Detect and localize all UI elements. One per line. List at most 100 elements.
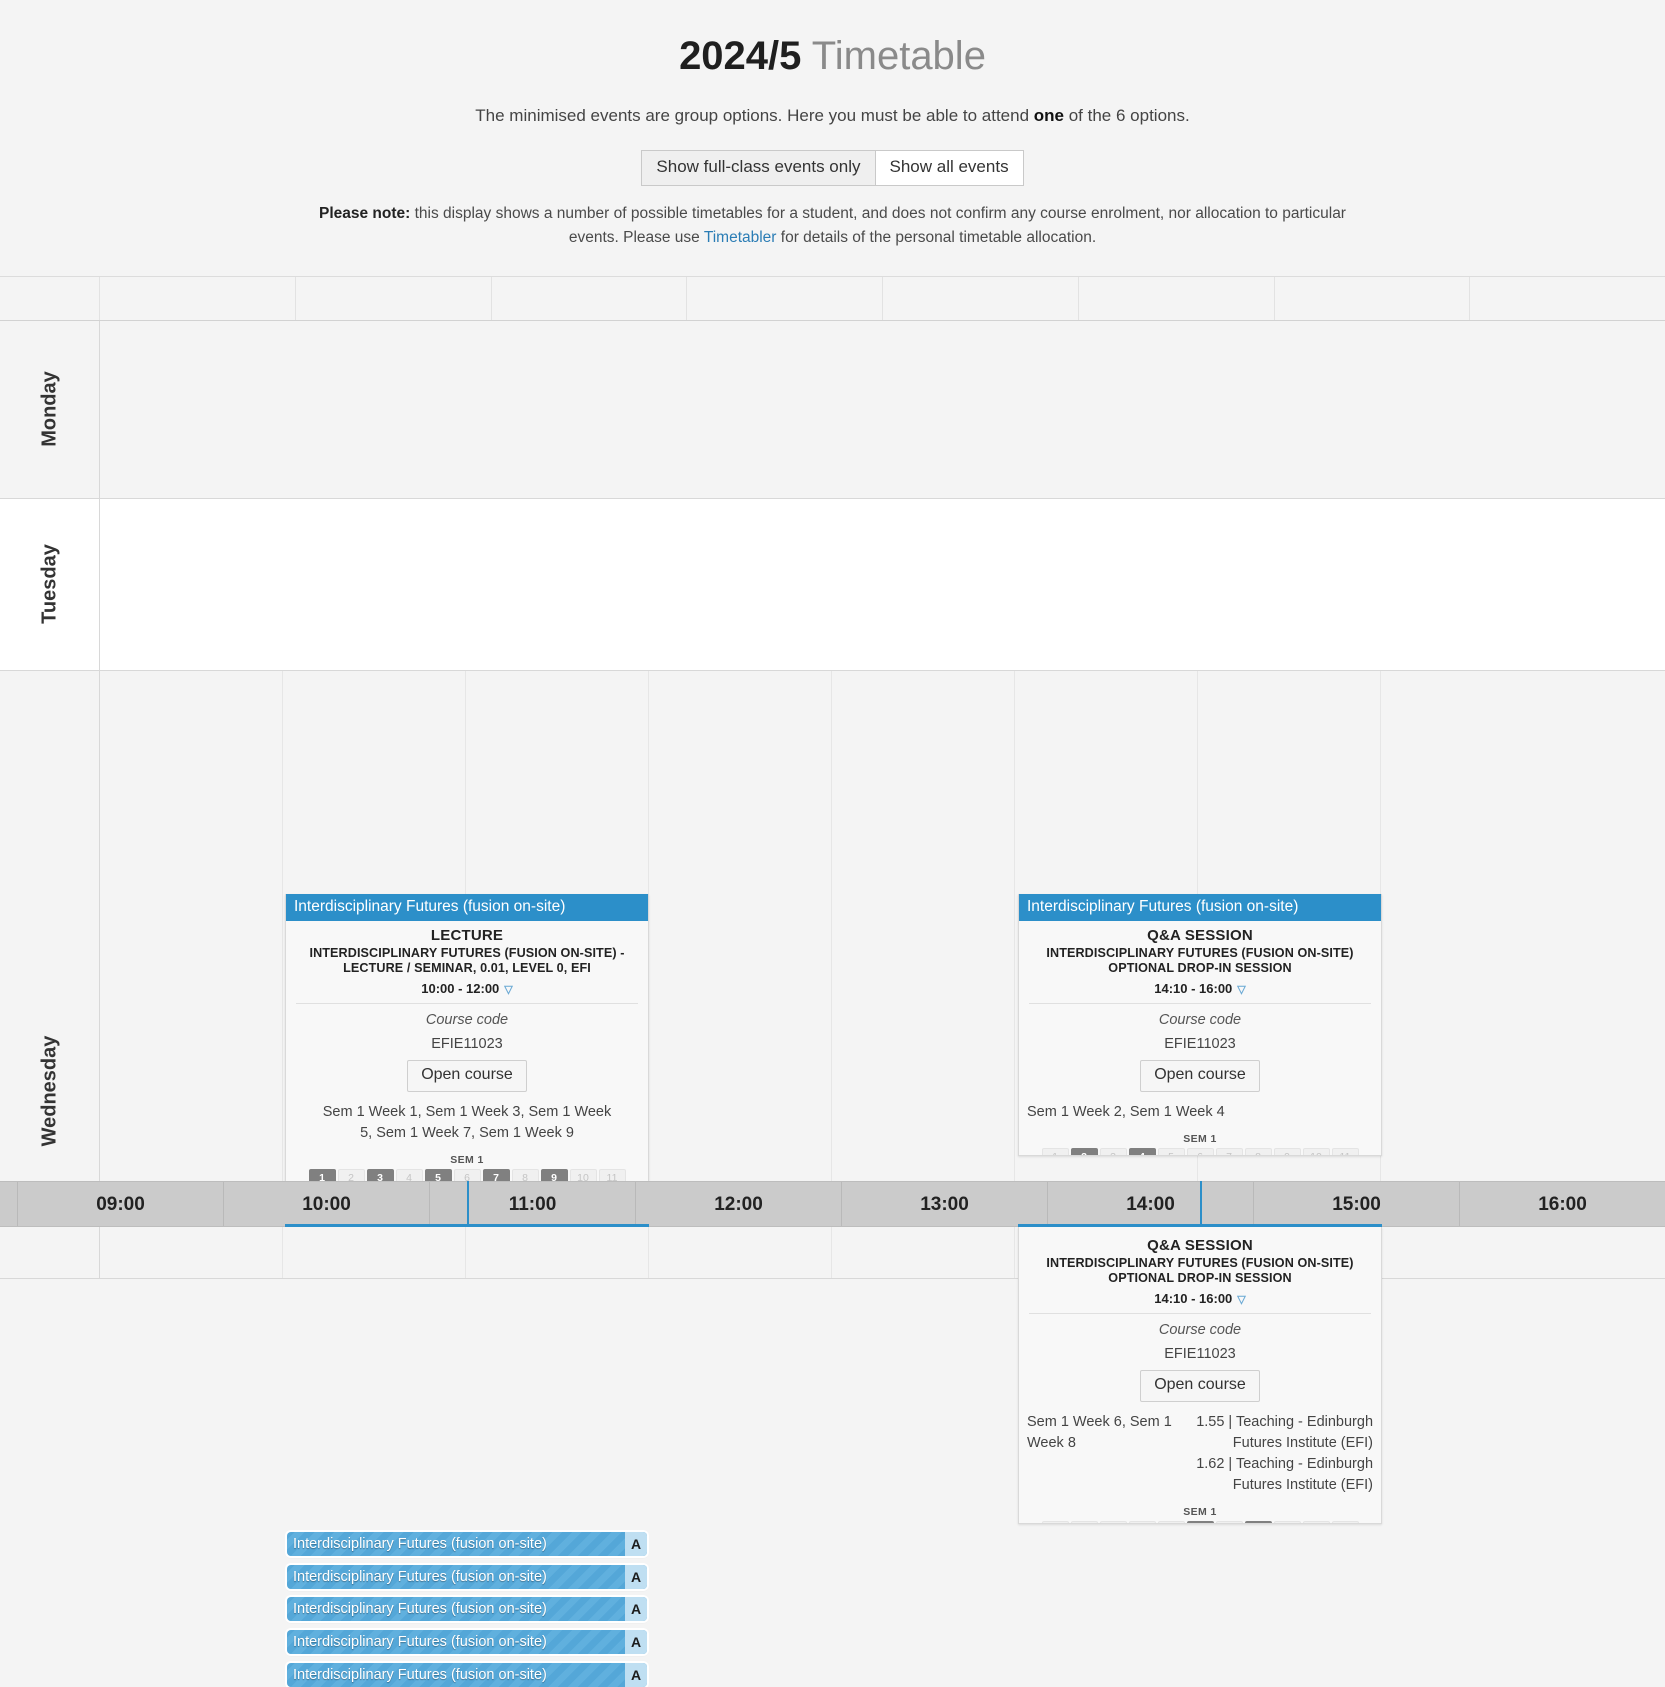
open-course-button[interactable]: Open course [1140,1060,1260,1092]
open-course-button[interactable]: Open course [407,1060,527,1092]
page-title-year: 2024/5 [679,34,802,78]
show-full-class-events-button[interactable]: Show full-class events only [641,149,875,187]
week-chip[interactable]: 8 [1244,1147,1272,1155]
week-chip[interactable]: 1 [1041,1147,1069,1155]
event-card-qa-session-1[interactable]: Interdisciplinary Futures (fusion on-sit… [1018,893,1382,1156]
minimised-event-bar[interactable]: Interdisciplinary Futures (fusion on-sit… [287,1531,647,1556]
event-description-line2: OPTIONAL DROP-IN SESSION [1108,1271,1292,1286]
event-underline-lecture [285,1223,649,1227]
course-code-value: EFIE11023 [431,1036,503,1053]
chevron-down-icon[interactable]: ▽ [504,984,512,996]
week-chip[interactable]: 6 [1186,1147,1214,1155]
course-code-value: EFIE11023 [1164,1036,1236,1053]
week-chip[interactable]: 1 [1041,1520,1069,1523]
subtitle-pre: The minimised events are group options. … [475,106,1034,125]
semester-week-block: SEM 1 1 2 3 4 5 6 7 8 9 10 11 [1027,1506,1373,1523]
header-cell-15 [1275,276,1471,320]
minimised-event-label: Interdisciplinary Futures (fusion on-sit… [293,1600,547,1617]
event-weeks-text: Sem 1 Week 2, Sem 1 Week 4 [1027,1103,1225,1120]
header-cell-11 [492,276,688,320]
week-chip[interactable]: 10 [1302,1147,1330,1155]
time-slot-11: 11:00 [430,1181,636,1226]
header-cell-16 [1470,277,1665,320]
minimised-event-bar[interactable]: Interdisciplinary Futures (fusion on-sit… [287,1564,647,1589]
chevron-down-icon[interactable]: ▽ [1237,984,1245,996]
week-chip[interactable]: 11 [1331,1147,1359,1155]
event-underline-qa [1018,1223,1382,1227]
event-description-line1: INTERDISCIPLINARY FUTURES (FUSION ON-SIT… [309,945,625,960]
subtitle-post: of the 6 options. [1064,106,1190,125]
week-chip[interactable]: 4 [1128,1520,1156,1523]
week-chip[interactable]: 3 [1099,1520,1127,1523]
time-slot-14: 14:00 [1048,1181,1254,1226]
minimised-event-bar[interactable]: Interdisciplinary Futures (fusion on-sit… [287,1662,647,1687]
event-weeks-text: Sem 1 Week 1, Sem 1 Week 3, Sem 1 Week 5… [322,1103,612,1141]
event-room-line-4: Futures Institute (EFI) [1232,1476,1374,1493]
time-marker-qa [1200,1180,1202,1227]
show-all-events-button[interactable]: Show all events [874,149,1024,187]
event-room-line-1: 1.55 | Teaching - Edinburgh [1196,1413,1374,1430]
event-type: Q&A SESSION [1147,1236,1253,1254]
semester-week-block: SEM 1 1 2 3 4 5 6 7 8 9 10 11 [1027,1133,1373,1155]
time-axis-spacer [0,1181,18,1226]
event-description-line1: INTERDISCIPLINARY FUTURES (FUSION ON-SIT… [1046,945,1354,960]
minimised-event-bar[interactable]: Interdisciplinary Futures (fusion on-sit… [287,1596,647,1621]
minimised-event-bar[interactable]: Interdisciplinary Futures (fusion on-sit… [287,1629,647,1654]
event-card-lecture[interactable]: Interdisciplinary Futures (fusion on-sit… [285,893,649,1217]
week-chip[interactable]: 2 [1070,1147,1098,1155]
event-description-line2: LECTURE / SEMINAR, 0.01, LEVEL 0, EFI [343,961,591,976]
week-chip[interactable]: 7 [1215,1147,1243,1155]
course-code-label: Course code [425,1012,509,1029]
semester-label: SEM 1 [450,1153,484,1166]
event-type: LECTURE [430,926,504,944]
week-chip[interactable]: 4 [1128,1147,1156,1155]
week-chip[interactable]: 6 [1186,1520,1214,1523]
header-cell-14 [1079,276,1275,320]
minimised-event-label: Interdisciplinary Futures (fusion on-sit… [293,1568,547,1585]
event-room-line-2: Futures Institute (EFI) [1232,1434,1374,1451]
event-divider [1029,1313,1371,1315]
day-row-tuesday: Tuesday [0,498,1665,671]
week-chip[interactable]: 8 [1244,1520,1272,1523]
event-divider [296,1003,638,1005]
timetabler-link[interactable]: Timetabler [704,229,777,246]
subtitle-emphasis: one [1033,106,1064,125]
header-cell-10 [296,276,492,320]
note-text-2: for details of the personal timetable al… [776,229,1097,247]
week-chip[interactable]: 9 [1273,1147,1301,1155]
week-chip[interactable]: 2 [1070,1520,1098,1523]
week-strip: 1 2 3 4 5 6 7 8 9 10 11 [1027,1147,1373,1155]
day-label-tuesday-text: Tuesday [38,544,60,625]
event-weeks-text: Sem 1 Week 6, Sem 1 Week 8 [1027,1413,1172,1451]
event-time: 10:00 - 12:00 ▽ [294,981,640,996]
event-type: Q&A SESSION [1147,926,1253,944]
day-label-wednesday-text: Wednesday [38,1035,60,1147]
week-chip[interactable]: 10 [1302,1520,1330,1523]
time-slot-09: 09:00 [18,1181,224,1226]
time-marker-lecture [467,1180,469,1227]
time-axis: 09:00 10:00 11:00 12:00 13:00 14:00 15:0… [0,1180,1665,1227]
week-chip[interactable]: 3 [1099,1147,1127,1155]
event-card-qa-session-2[interactable]: Q&A SESSION INTERDISCIPLINARY FUTURES (F… [1018,1226,1382,1524]
event-time: 14:10 - 16:00 ▽ [1027,981,1373,996]
day-body-monday[interactable] [100,321,1665,498]
event-divider [1029,1003,1371,1005]
week-chip[interactable]: 5 [1157,1147,1185,1155]
week-chip[interactable]: 11 [1331,1520,1359,1523]
open-course-button[interactable]: Open course [1140,1370,1260,1402]
column-header-row [0,276,1665,321]
day-label-monday-text: Monday [38,371,60,447]
chevron-down-icon[interactable]: ▽ [1237,1294,1245,1306]
week-chip[interactable]: 9 [1273,1520,1301,1523]
event-course-title: Interdisciplinary Futures (fusion on-sit… [1019,893,1381,921]
week-chip[interactable]: 7 [1215,1520,1243,1523]
minimised-event-badge: A [625,1662,647,1687]
event-weeks-and-rooms: Sem 1 Week 6, Sem 1 Week 8 1.55 | Teachi… [1027,1412,1373,1496]
event-time-text: 14:10 - 16:00 [1154,981,1233,997]
event-room-line-3: 1.62 | Teaching - Edinburgh [1196,1455,1374,1472]
note-label: Please note: [319,205,411,223]
day-label-tuesday: Tuesday [0,498,100,670]
subtitle: The minimised events are group options. … [0,104,1665,128]
day-body-tuesday[interactable] [100,499,1665,670]
week-chip[interactable]: 5 [1157,1520,1185,1523]
